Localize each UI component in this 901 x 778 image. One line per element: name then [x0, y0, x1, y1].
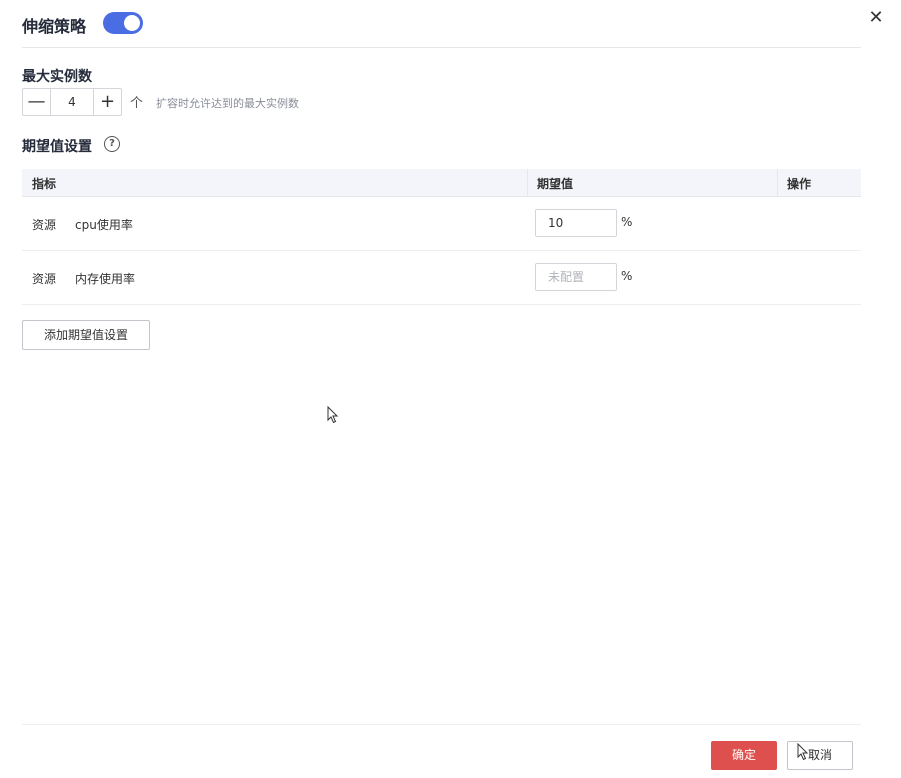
metric-name: cpu使用率 — [75, 218, 133, 232]
metric-name: 内存使用率 — [75, 272, 136, 286]
add-expect-button[interactable]: 添加期望值设置 — [22, 320, 150, 350]
max-instances-stepper: — 4 + — [22, 88, 122, 116]
footer-divider — [22, 724, 861, 725]
scaling-policy-dialog: 伸缩策略 ✕ 最大实例数 — 4 + 个 扩容时允许达到的最大实例数 期望值设置… — [0, 0, 901, 778]
column-header-ops: 操作 — [787, 177, 812, 191]
unit-label: % — [621, 269, 633, 283]
header-divider — [22, 47, 861, 48]
table-row: 资源 内存使用率 未配置 % — [22, 251, 861, 305]
expect-table: 指标 期望值 操作 资源 cpu使用率 10 % 资源 内存使用率 未配置 % — [22, 169, 861, 305]
max-instances-label: 最大实例数 — [22, 69, 92, 85]
close-icon[interactable]: ✕ — [866, 8, 886, 28]
column-divider — [777, 169, 778, 196]
help-icon[interactable]: ? — [104, 136, 120, 152]
unit-label: 个 — [130, 96, 144, 111]
column-header-expect: 期望值 — [537, 177, 574, 191]
confirm-button[interactable]: 确定 — [711, 741, 777, 770]
decrement-button[interactable]: — — [23, 89, 51, 115]
table-header: 指标 期望值 操作 — [22, 169, 861, 197]
increment-button[interactable]: + — [93, 89, 121, 115]
unit-label: % — [621, 215, 633, 229]
column-header-metric: 指标 — [32, 177, 57, 191]
metric-type: 资源 — [32, 272, 57, 286]
max-instances-input[interactable]: 4 — [51, 89, 93, 115]
table-row: 资源 cpu使用率 10 % — [22, 197, 861, 251]
column-divider — [527, 169, 528, 196]
page-title: 伸缩策略 — [22, 17, 87, 36]
toggle-knob — [124, 15, 140, 31]
scaling-policy-toggle[interactable] — [103, 12, 143, 34]
expect-settings-label: 期望值设置 — [22, 139, 92, 155]
max-instances-hint: 扩容时允许达到的最大实例数 — [156, 97, 299, 110]
expect-value-input[interactable]: 未配置 — [535, 263, 617, 291]
expect-value-input[interactable]: 10 — [535, 209, 617, 237]
metric-type: 资源 — [32, 218, 57, 232]
